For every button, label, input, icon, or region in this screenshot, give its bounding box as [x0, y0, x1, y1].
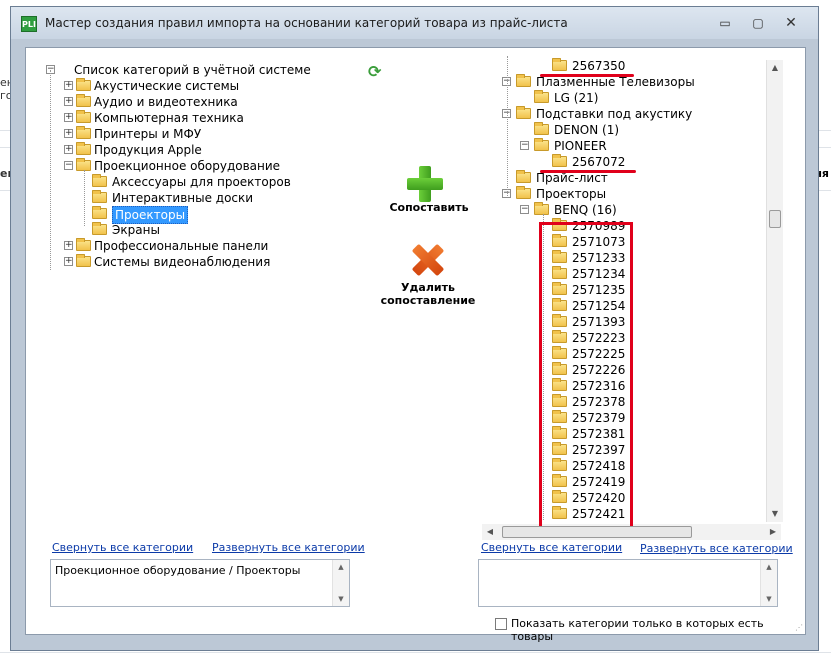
close-button[interactable]: ✕ [777, 14, 805, 32]
scroll-left-icon[interactable]: ◀ [482, 524, 498, 540]
import-wizard-window: PLI Мастер создания правил импорта на ос… [10, 6, 819, 651]
system-categories-tree[interactable]: − Список категорий в учётной системе + Ак… [26, 56, 356, 546]
tree-item-label: 2567350 [572, 59, 626, 73]
folder-icon [516, 74, 531, 87]
minimize-button[interactable]: ▭ [711, 14, 739, 32]
collapse-icon[interactable]: − [64, 161, 73, 170]
collapse-icon[interactable]: − [520, 141, 529, 150]
tree-guide-line [84, 170, 85, 226]
tree-root-label: Список категорий в учётной системе [74, 63, 311, 77]
folder-icon [534, 138, 549, 151]
folder-icon [552, 58, 567, 71]
scroll-up-icon[interactable]: ▲ [761, 560, 777, 574]
folder-icon [76, 142, 91, 155]
tree-item-label: Интерактивные доски [112, 191, 254, 205]
right-path-box[interactable]: ▲ ▼ [478, 559, 778, 607]
wizard-content: − Список категорий в учётной системе + Ак… [25, 47, 806, 643]
expand-icon[interactable]: + [64, 113, 73, 122]
tree-item-label: Системы видеонаблюдения [94, 255, 271, 269]
delete-match-label-line2: сопоставление [380, 294, 476, 307]
expand-icon[interactable]: + [64, 129, 73, 138]
folder-icon [92, 174, 107, 187]
tree-item-label: PIONEER [554, 139, 607, 153]
expand-icon[interactable]: + [64, 145, 73, 154]
folder-icon [552, 154, 567, 167]
scroll-up-icon[interactable]: ▲ [767, 60, 783, 76]
scroll-down-icon[interactable]: ▼ [333, 592, 349, 606]
folder-icon [76, 126, 91, 139]
expand-icon[interactable]: + [64, 257, 73, 266]
tree-item-label: Проекторы [536, 187, 607, 201]
folder-icon [92, 190, 107, 203]
tree-item-label: Профессиональные панели [94, 239, 269, 253]
tree-item-label: Продукция Apple [94, 143, 202, 157]
scroll-right-icon[interactable]: ▶ [765, 524, 781, 540]
delete-match-label-line1: Удалить [401, 281, 455, 294]
folder-icon [76, 78, 91, 91]
delete-match-button[interactable]: Удалить сопоставление [378, 281, 478, 307]
textbox-scrollbar[interactable]: ▲ ▼ [760, 560, 777, 606]
right-collapse-all-link[interactable]: Свернуть все категории [481, 541, 622, 554]
scroll-down-icon[interactable]: ▼ [761, 592, 777, 606]
left-collapse-all-link[interactable]: Свернуть все категории [52, 541, 193, 554]
tree-item-label: Аудио и видеотехника [94, 95, 238, 109]
right-tree-horizontal-scrollbar[interactable]: ◀ ▶ [482, 524, 781, 540]
show-only-with-goods-label: Показать категории только в которых есть… [511, 617, 764, 643]
scroll-up-icon[interactable]: ▲ [333, 560, 349, 574]
folder-icon [92, 222, 107, 235]
expand-icon[interactable]: + [64, 81, 73, 90]
folder-icon [76, 238, 91, 251]
expand-icon[interactable]: + [64, 97, 73, 106]
annotation-underline [540, 170, 636, 173]
folder-icon [92, 206, 107, 219]
title-bar[interactable]: PLI Мастер создания правил импорта на ос… [11, 7, 818, 39]
left-path-box[interactable]: Проекционное оборудование / Проекторы ▲ … [50, 559, 350, 607]
right-tree-vertical-scrollbar[interactable]: ▲ ▼ [766, 60, 783, 522]
scroll-down-icon[interactable]: ▼ [767, 506, 783, 522]
tree-guide-line [50, 70, 51, 270]
tree-item-label: Подставки под акустику [536, 107, 693, 121]
tree-item-label: Акустические системы [94, 79, 240, 93]
window-title: Мастер создания правил импорта на основа… [45, 16, 568, 30]
tree-item-label: DENON (1) [554, 123, 620, 137]
collapse-icon[interactable]: − [520, 205, 529, 214]
tree-item-label: 2567072 [572, 155, 626, 169]
app-icon: PLI [21, 16, 37, 32]
folder-icon [76, 110, 91, 123]
right-expand-all-link[interactable]: Развернуть все категории [640, 542, 793, 555]
folder-icon [76, 254, 91, 267]
scroll-thumb[interactable] [769, 210, 781, 228]
tree-item-label: LG (21) [554, 91, 599, 105]
left-expand-all-link[interactable]: Развернуть все категории [212, 541, 365, 554]
folder-icon [516, 106, 531, 119]
tree-item-label: Компьютерная техника [94, 111, 244, 125]
resize-grip-icon[interactable]: ⋰ [795, 623, 803, 632]
expand-icon[interactable]: + [64, 241, 73, 250]
folder-icon [534, 90, 549, 103]
folder-icon [534, 202, 549, 215]
folder-icon [76, 94, 91, 107]
tree-item-label: BENQ (16) [554, 203, 617, 217]
folder-icon [534, 122, 549, 135]
match-icon[interactable] [407, 166, 443, 202]
match-button[interactable]: Сопоставить [384, 201, 474, 214]
tree-guide-line [507, 56, 508, 196]
show-only-with-goods-checkbox[interactable] [495, 618, 507, 630]
tree-item-label: Проекционное оборудование [94, 159, 281, 173]
maximize-button[interactable]: ▢ [744, 14, 772, 32]
annotation-underline [540, 74, 634, 77]
refresh-icon[interactable]: ⟳ [368, 64, 384, 80]
tree-item-label: Принтеры и МФУ [94, 127, 202, 141]
tree-item-label: Аксессуары для проекторов [112, 175, 291, 189]
left-path-text: Проекционное оборудование / Проекторы [55, 564, 301, 577]
folder-icon [516, 186, 531, 199]
textbox-scrollbar[interactable]: ▲ ▼ [332, 560, 349, 606]
annotation-box [539, 222, 633, 526]
folder-icon [516, 170, 531, 183]
scroll-thumb[interactable] [502, 526, 692, 538]
delete-icon[interactable] [412, 244, 444, 276]
tree-item-label: Экраны [112, 223, 160, 237]
